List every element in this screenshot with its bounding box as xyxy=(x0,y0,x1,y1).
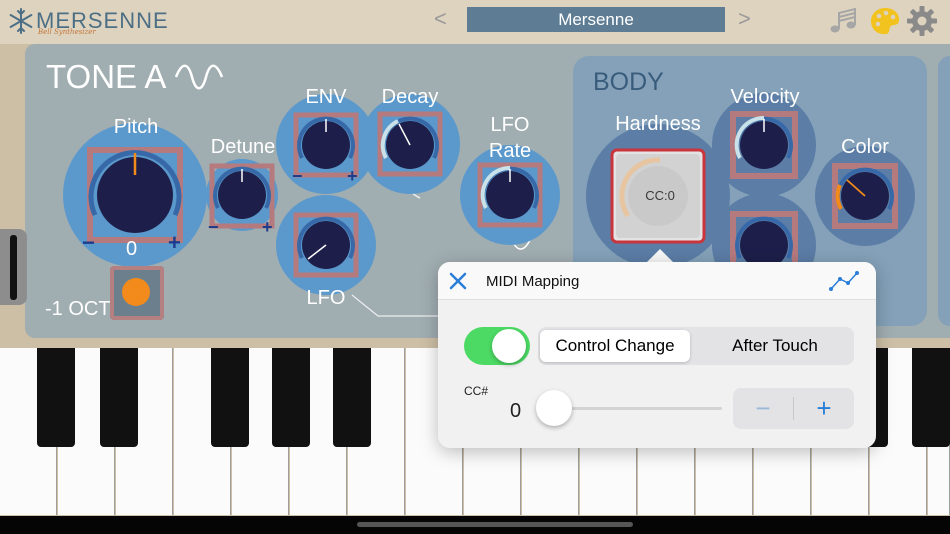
curve-icon[interactable] xyxy=(828,270,860,292)
cc-slider-thumb[interactable] xyxy=(536,390,572,426)
side-handle-grip[interactable] xyxy=(10,235,17,300)
preset-name-display[interactable]: Mersenne xyxy=(467,7,725,32)
hardness-label: Hardness xyxy=(615,113,701,135)
popover-arrow xyxy=(646,249,674,263)
segment-after-touch[interactable]: After Touch xyxy=(696,330,854,362)
toggle-knob[interactable] xyxy=(492,329,526,363)
tone-title: TONE A xyxy=(46,58,167,95)
home-indicator[interactable] xyxy=(357,522,633,527)
decay-label: Decay xyxy=(381,86,439,108)
black-key[interactable] xyxy=(211,348,249,447)
snowflake-icon xyxy=(9,8,33,34)
env-label: ENV xyxy=(305,86,347,108)
midi-mapping-popover: MIDI Mapping Control Change After Touch … xyxy=(438,262,876,448)
hardness-cc-label: CC:0 xyxy=(645,188,675,203)
top-bar: MERSENNE Bell Synthesizer < Mersenne > xyxy=(0,0,950,44)
music-notes-icon[interactable] xyxy=(829,7,859,35)
black-key[interactable] xyxy=(100,348,138,447)
detune-label: Detune xyxy=(210,136,276,158)
prev-preset-button[interactable]: < xyxy=(434,6,447,32)
lfo-rate-label-line1: LFO xyxy=(490,114,530,136)
sine-wave-icon xyxy=(174,64,224,90)
stepper-plus-button[interactable]: + xyxy=(794,388,854,429)
cc-number-value: 0 xyxy=(510,400,522,422)
pitch-minus: − xyxy=(82,230,95,255)
black-key[interactable] xyxy=(912,348,950,447)
black-key[interactable] xyxy=(333,348,371,447)
popover-header: MIDI Mapping xyxy=(438,262,876,300)
detune-plus: + xyxy=(262,217,273,237)
body-title: BODY xyxy=(593,68,664,96)
stepper-minus-button[interactable]: − xyxy=(733,388,793,429)
color-label: Color xyxy=(841,136,889,158)
pitch-value: 0 xyxy=(126,238,138,260)
lfo-label: LFO xyxy=(306,287,346,309)
octave-indicator-dot xyxy=(122,278,150,306)
velocity-label: Velocity xyxy=(730,86,800,108)
octave-label: -1 OCT. xyxy=(45,298,114,320)
lfo-rate-label-line2: Rate xyxy=(488,140,532,162)
env-minus: − xyxy=(292,166,303,186)
popover-title: MIDI Mapping xyxy=(486,273,580,290)
gear-icon[interactable] xyxy=(906,5,938,37)
next-section-edge xyxy=(938,56,950,326)
logo-subtitle: Bell Synthesizer xyxy=(38,28,96,36)
pitch-plus: + xyxy=(168,230,181,255)
black-key[interactable] xyxy=(37,348,75,447)
pitch-label: Pitch xyxy=(113,116,159,138)
palette-icon[interactable] xyxy=(869,6,901,36)
cc-number-label: CC# xyxy=(464,384,489,398)
segment-control-change[interactable]: Control Change xyxy=(540,330,690,362)
env-plus: + xyxy=(347,166,358,186)
black-key[interactable] xyxy=(272,348,310,447)
close-icon[interactable] xyxy=(448,271,468,291)
app-logo: MERSENNE Bell Synthesizer xyxy=(8,6,168,38)
detune-minus: − xyxy=(208,217,219,237)
next-preset-button[interactable]: > xyxy=(738,6,751,32)
